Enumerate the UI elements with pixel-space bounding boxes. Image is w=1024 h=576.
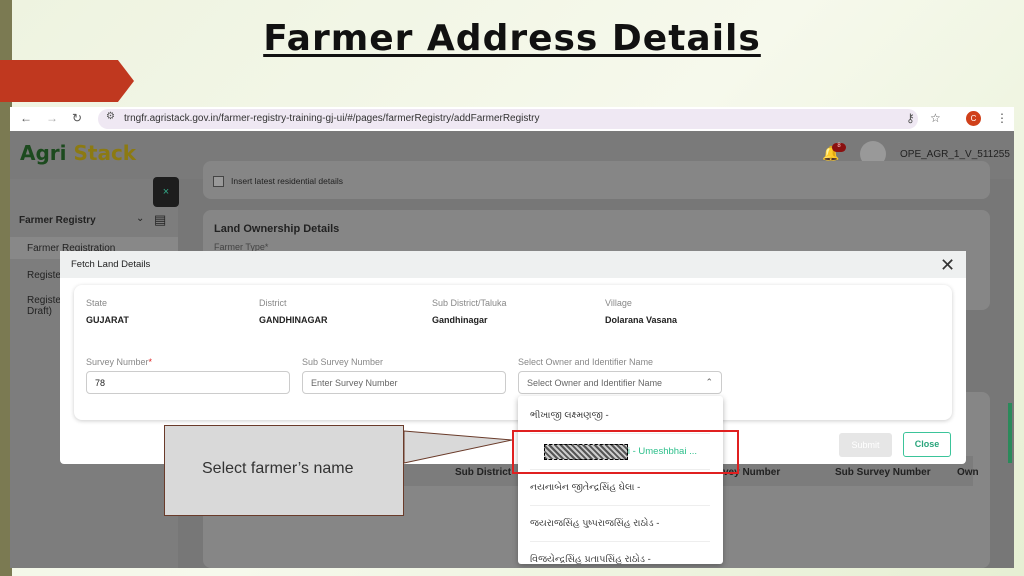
notification-badge: 8: [832, 143, 846, 152]
close-button[interactable]: Close: [903, 432, 951, 457]
submit-button[interactable]: Submit: [839, 433, 892, 457]
survey-number-input[interactable]: 78: [86, 371, 290, 394]
chevron-down-icon[interactable]: ⌄: [136, 213, 144, 224]
owner-dropdown-list: ભીખાજી લક્ષ્મણજી - bhai - Umeshbhai ... …: [518, 396, 723, 564]
owner-option[interactable]: નયનાબેન જીતેન્દ્રસિંહ ઘેલા -: [530, 470, 710, 506]
password-key-icon[interactable]: ⚷: [906, 111, 915, 125]
screenshot: ← → ↻ trngfr.agristack.gov.in/farmer-reg…: [10, 107, 1014, 568]
address-bar[interactable]: trngfr.agristack.gov.in/farmer-registry-…: [98, 109, 918, 129]
browser-bar: ← → ↻ trngfr.agristack.gov.in/farmer-reg…: [10, 107, 1014, 131]
modal-title: Fetch Land Details: [71, 259, 151, 270]
district-value: GANDHINAGAR: [259, 315, 328, 325]
agristack-logo: Agri Stack: [20, 141, 137, 165]
taluka-value: Gandhinagar: [432, 315, 488, 325]
chevron-up-icon: ⌃: [705, 377, 713, 387]
bookmark-star-icon[interactable]: ☆: [930, 111, 941, 125]
sidebar-section-farmer-registry[interactable]: Farmer Registry: [19, 215, 96, 226]
village-value: Dolarana Vasana: [605, 315, 678, 325]
callout-pointer: [403, 430, 513, 464]
owner-option[interactable]: જયરાજસિંહ પુષ્પરાજસિંહ રાઠોડ -: [530, 506, 710, 542]
scrollbar[interactable]: [1008, 403, 1012, 463]
register-list-icon[interactable]: ▤: [154, 212, 166, 228]
forward-icon[interactable]: →: [46, 111, 58, 125]
sidebar-item-registered[interactable]: Registe: [27, 270, 61, 281]
profile-avatar[interactable]: C: [966, 111, 981, 126]
insert-latest-checkbox[interactable]: [213, 176, 224, 187]
slide-arrow-decoration: [0, 60, 134, 102]
collapse-sidebar-button[interactable]: ×: [153, 177, 179, 207]
site-settings-icon[interactable]: ⚙: [106, 111, 115, 122]
state-value: GUJARAT: [86, 315, 129, 325]
close-icon[interactable]: ✕: [940, 255, 955, 276]
sub-survey-number-input[interactable]: Enter Survey Number: [302, 371, 506, 394]
modal-header: Fetch Land Details: [60, 251, 966, 278]
reload-icon[interactable]: ↻: [72, 111, 82, 125]
owner-option[interactable]: વિજયેન્દ્રસિંહ પ્રતાપસિંહ રાઠોડ -: [530, 542, 710, 564]
owner-option[interactable]: ભીખાજી લક્ષ્મણજી -: [530, 398, 710, 434]
owner-select[interactable]: Select Owner and Identifier Name ⌃: [518, 371, 722, 394]
land-form: State GUJARAT District GANDHINAGAR Sub D…: [74, 285, 952, 420]
kebab-menu-icon[interactable]: ⋮: [996, 111, 1008, 125]
highlight-rectangle: [512, 430, 739, 474]
slide-title: Farmer Address Details: [263, 18, 761, 59]
sidebar-item-registered-draft[interactable]: Registe Draft): [27, 295, 61, 317]
residential-card: Insert latest residential details: [203, 161, 990, 199]
callout-box: Select farmer’s name: [164, 425, 404, 516]
back-icon[interactable]: ←: [20, 111, 32, 125]
